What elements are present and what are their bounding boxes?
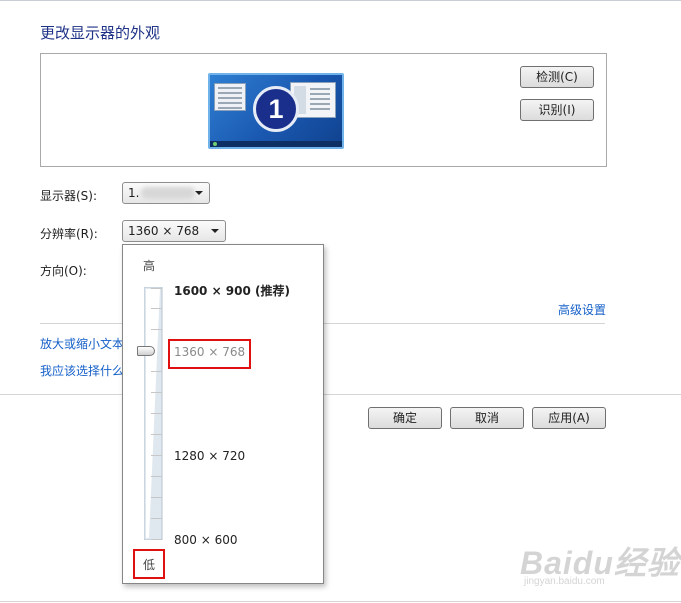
slider-tick — [151, 371, 162, 372]
highlight-box — [168, 339, 251, 369]
cancel-button[interactable]: 取消 — [450, 407, 524, 429]
slider-tick — [151, 392, 162, 393]
apply-button[interactable]: 应用(A) — [532, 407, 606, 429]
mini-taskbar — [210, 141, 342, 147]
resolution-select-value: 1360 × 768 — [128, 224, 200, 238]
slider-tick — [151, 413, 162, 414]
slider-tick — [151, 497, 162, 498]
blurred-display-name — [141, 187, 195, 199]
zoom-text-link[interactable]: 放大或缩小文本 — [40, 335, 124, 352]
detect-button[interactable]: 检测(C) — [520, 66, 594, 88]
page-title: 更改显示器的外观 — [40, 24, 161, 42]
monitor-number-badge: 1 — [253, 86, 299, 132]
dropdown-arrow-icon — [211, 229, 219, 233]
footer-divider — [0, 394, 681, 395]
watermark: Baidu经验 jingyan.baidu.com — [520, 538, 680, 587]
slider-thumb-icon[interactable] — [137, 346, 155, 356]
slider-tick — [151, 476, 162, 477]
mini-window-left — [214, 83, 246, 111]
resolution-select[interactable]: 1360 × 768 — [122, 220, 226, 242]
bottom-divider — [0, 601, 681, 602]
orientation-label: 方向(O): — [40, 264, 87, 278]
display-label: 显示器(S): — [40, 189, 98, 203]
slider-tick — [151, 455, 162, 456]
slider-high-label: 高 — [143, 259, 156, 273]
identify-button[interactable]: 识别(I) — [520, 99, 594, 121]
slider-tick — [151, 518, 162, 519]
advanced-settings-link[interactable]: 高级设置 — [558, 301, 606, 318]
what-to-choose-link[interactable]: 我应该选择什么 — [40, 362, 124, 379]
resolution-option[interactable]: 800 × 600 — [174, 533, 238, 547]
highlight-box — [133, 549, 165, 579]
slider-tick — [151, 539, 162, 540]
top-divider — [0, 0, 681, 1]
ok-button[interactable]: 确定 — [368, 407, 442, 429]
slider-tick — [151, 434, 162, 435]
resolution-dropdown-popup: 高 1600 × 900 (推荐) 1360 × 768 1280 × 720 … — [122, 244, 324, 584]
slider-tick — [151, 288, 162, 289]
slider-tick — [151, 329, 162, 330]
display-select[interactable]: 1. — [122, 182, 210, 204]
display-preview-area: 1 检测(C) 识别(I) — [40, 53, 607, 167]
resolution-option[interactable]: 1600 × 900 (推荐) — [174, 282, 290, 299]
dropdown-arrow-icon — [195, 191, 203, 195]
resolution-option[interactable]: 1280 × 720 — [174, 449, 245, 463]
monitor-preview-icon[interactable]: 1 — [208, 73, 344, 149]
resolution-label: 分辨率(R): — [40, 227, 98, 241]
slider-tick — [151, 308, 162, 309]
display-select-value: 1. — [128, 186, 140, 200]
watermark-url: jingyan.baidu.com — [524, 576, 605, 587]
